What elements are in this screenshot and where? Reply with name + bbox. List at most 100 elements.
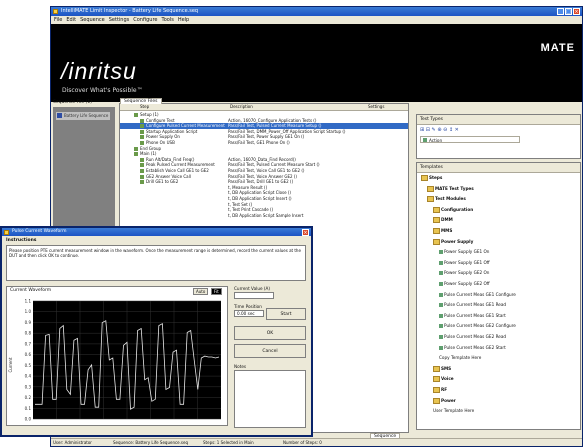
template-tree-item[interactable]: Pulse Current Meas GE2 Read <box>439 334 506 340</box>
test-types-header: Test Types <box>417 115 580 125</box>
col-description[interactable]: Description <box>230 104 253 110</box>
y-tick-label: 1.0 <box>25 309 32 314</box>
template-tree-item[interactable]: Power Supply GE2 On <box>439 270 489 276</box>
folder-icon <box>433 365 440 372</box>
template-tree-item[interactable]: RF <box>433 387 447 393</box>
step-name: End Group <box>140 145 162 151</box>
menu-item-help[interactable]: Help <box>178 16 189 24</box>
minimize-button[interactable]: _ <box>557 8 564 15</box>
current-waveform-chart[interactable]: Current Waveform Auto Fit 1.1 1.0 0.9 0.8 0.… <box>6 286 228 426</box>
template-tree-item[interactable]: Power Supply <box>433 238 473 245</box>
template-tree-item[interactable]: Pulse Current Meas GE1 Configure <box>439 292 516 298</box>
test-icon <box>439 260 443 265</box>
template-tree-item[interactable]: Test Modules <box>427 196 466 203</box>
template-tree-item[interactable]: Power <box>433 397 456 404</box>
folder-icon <box>433 376 440 383</box>
y-tick-label: 0.6 <box>25 352 32 357</box>
status-field: Steps: 1 Selected in Main <box>203 440 254 445</box>
template-tree-item[interactable]: User Template Here <box>433 408 474 414</box>
col-settings[interactable]: Settings <box>368 104 384 110</box>
status-bar: User: Administrator Sequence: Battery Lif… <box>51 438 582 446</box>
template-tree-item[interactable]: Voice <box>433 376 454 383</box>
step-icon <box>140 169 144 173</box>
template-tree-item[interactable]: Steps <box>421 175 442 181</box>
template-label: User Template Here <box>433 408 475 414</box>
template-tree-item[interactable]: MMS <box>433 228 452 234</box>
template-tree-item[interactable]: Copy Template Here <box>439 355 481 361</box>
test-icon <box>439 335 443 339</box>
cancel-button[interactable]: Cancel <box>234 344 306 358</box>
ok-button[interactable]: OK <box>234 326 306 340</box>
folder-icon <box>427 196 434 203</box>
step-name: Establish Voice Call GE1 to GE2 <box>146 168 209 173</box>
template-label: Pulse Current Meas GE1 Start <box>444 312 506 318</box>
step-name: Run Alt/Data_Find Freq() <box>146 156 195 162</box>
step-icon <box>140 124 144 129</box>
menu-item-edit[interactable]: Edit <box>66 16 76 24</box>
pulse-current-dialog: Pulse Current Waveform × Instructions Pl… <box>0 226 313 437</box>
menu-item-sequence[interactable]: Sequence <box>80 16 105 24</box>
step-icon <box>140 129 144 134</box>
step-icon <box>140 163 144 168</box>
title-bar[interactable]: IntelliMATE Limit Inspector - Battery Li… <box>51 7 582 16</box>
y-tick-label: 0.7 <box>25 341 32 346</box>
status-field: Sequence: Battery Life Sequence.seq <box>113 440 188 445</box>
template-tree-item[interactable]: MATE Test Types <box>427 185 474 192</box>
menu-item-file[interactable]: File <box>54 16 62 24</box>
notes-field[interactable] <box>234 370 306 428</box>
sequence-file-item[interactable]: Battery Life Sequence <box>56 112 110 120</box>
dialog-close-button[interactable]: × <box>302 229 309 236</box>
template-tree-item[interactable]: Pulse Current Meas GE2 Configure <box>439 323 516 329</box>
template-label: Power Supply GE1 On <box>444 249 490 255</box>
menu-item-settings[interactable]: Settings <box>109 16 130 24</box>
zoom-auto-button[interactable]: Auto <box>193 288 209 295</box>
instructions-title: Instructions <box>6 238 37 243</box>
test-icon <box>439 250 443 255</box>
zoom-fit-button[interactable]: Fit <box>211 288 222 295</box>
y-tick-label: 0.8 <box>25 331 32 336</box>
current-value-field[interactable] <box>234 292 274 299</box>
dialog-icon <box>4 230 9 235</box>
folder-icon <box>433 387 440 393</box>
time-position-field[interactable]: 0.00 sec <box>234 310 264 317</box>
template-label: Voice <box>441 376 454 382</box>
col-step[interactable]: Step <box>140 104 149 110</box>
chart-plot: 1.1 1.0 0.9 0.8 0.7 0.6 0.5 0.4 0.3 0.2 0.1 0.0 Curr… <box>8 299 221 422</box>
close-button[interactable]: × <box>573 8 580 15</box>
template-tree-item[interactable]: Power Supply GE1 Off <box>439 260 490 266</box>
test-types-toolbar[interactable]: ⊞ ⊟ ✎ ⊕ ⊖ ↕ ✕ <box>420 127 459 133</box>
y-tick-label: 0.0 <box>25 417 32 422</box>
step-icon <box>140 141 144 145</box>
dialog-title: Pulse Current Waveform <box>12 229 67 234</box>
folder-icon <box>427 185 434 192</box>
folder-icon <box>421 175 428 181</box>
test-icon <box>439 345 443 350</box>
template-tree-item[interactable]: Power Supply GE2 Off <box>439 281 490 287</box>
step-name: Configure Test <box>146 117 175 123</box>
sequence-step-row[interactable]: t, DB Application Script Sample Insert <box>120 213 408 219</box>
test-type-action[interactable]: Action <box>420 136 520 143</box>
template-label: Pulse Current Meas GE1 Read <box>444 302 507 308</box>
template-tree-item[interactable]: Power Supply GE1 On <box>439 249 489 255</box>
maximize-button[interactable]: □ <box>565 8 572 15</box>
template-tree-item[interactable]: Pulse Current Meas GE2 Start <box>439 345 506 351</box>
y-tick-label: 0.4 <box>25 374 32 379</box>
start-button[interactable]: Start <box>266 308 306 320</box>
template-tree-item[interactable]: Configuration <box>433 206 473 213</box>
template-label: RF <box>441 387 448 392</box>
template-tree-item[interactable]: Pulse Current Meas GE1 Start <box>439 313 506 319</box>
test-icon <box>439 313 443 318</box>
test-icon <box>439 324 443 329</box>
step-name: GE2 Answer Voice Call <box>146 173 191 179</box>
template-tree-item[interactable]: SMS <box>433 365 451 372</box>
folder-icon <box>433 397 440 404</box>
step-icon <box>140 157 144 162</box>
window-title: IntelliMATE Limit Inspector - Battery Li… <box>61 8 199 14</box>
file-icon <box>57 113 62 118</box>
banner: /inritsu Discover What's Possible™ MATE <box>51 24 582 102</box>
menu-item-configure[interactable]: Configure <box>133 16 157 24</box>
template-tree-item[interactable]: Pulse Current Meas GE1 Read <box>439 302 506 308</box>
dialog-title-bar[interactable]: Pulse Current Waveform × <box>2 228 311 236</box>
menu-item-tools[interactable]: Tools <box>161 16 173 24</box>
template-tree-item[interactable]: DMM <box>433 217 453 224</box>
